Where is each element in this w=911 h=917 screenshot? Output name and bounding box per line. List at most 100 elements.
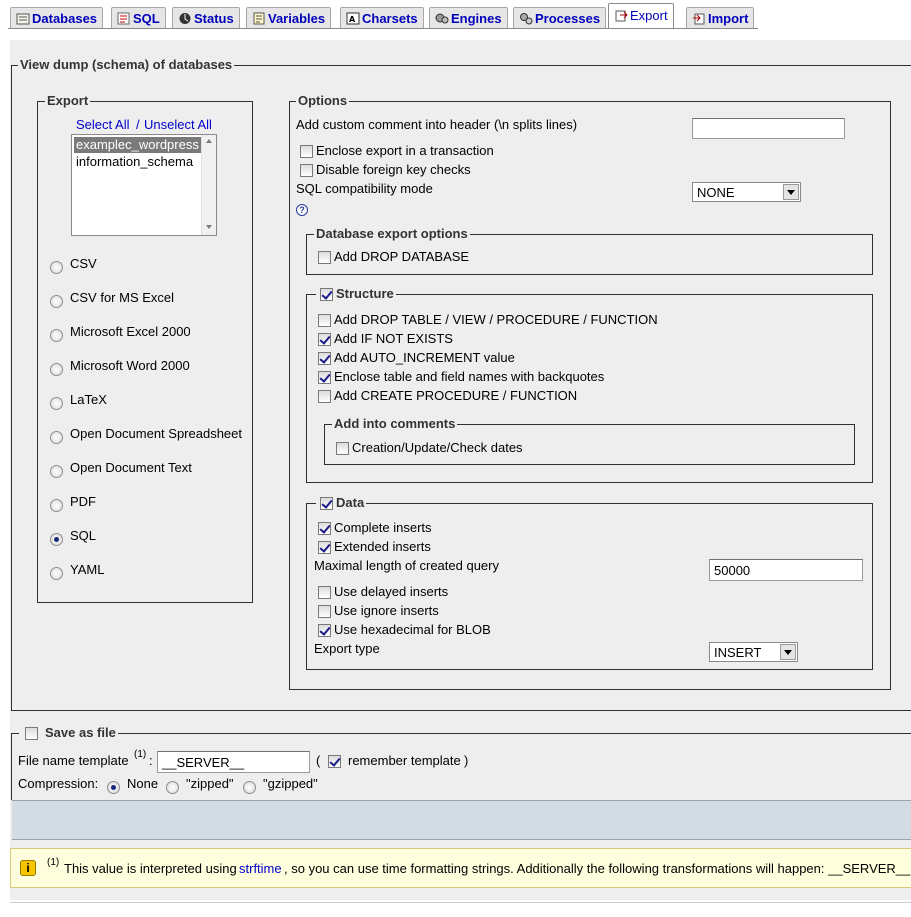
format-label: Open Document Text	[70, 460, 192, 475]
if-not-exists-label: Add IF NOT EXISTS	[334, 331, 453, 346]
create-procedure-label: Add CREATE PROCEDURE / FUNCTION	[334, 388, 578, 403]
bottom-divider	[10, 902, 911, 903]
radio-format-word[interactable]	[50, 363, 63, 376]
create-procedure-checkbox[interactable]	[318, 390, 331, 403]
radio-format-odt[interactable]	[50, 465, 63, 478]
extended-inserts-checkbox[interactable]	[318, 541, 331, 554]
complete-inserts-checkbox[interactable]	[318, 522, 331, 535]
radio-format-sql[interactable]	[50, 533, 63, 546]
strftime-link[interactable]: strftime	[239, 861, 282, 876]
unselect-all-link[interactable]: Unselect All	[144, 117, 212, 132]
chevron-down-icon[interactable]	[783, 184, 799, 200]
status-icon	[178, 12, 192, 25]
listbox-scrollbar[interactable]	[201, 135, 216, 235]
template-label: File name template	[18, 753, 129, 768]
processes-icon	[519, 12, 533, 25]
compression-option: "zipped"	[186, 776, 234, 791]
radio-format-csv[interactable]	[50, 261, 63, 274]
tab-sql[interactable]: SQL	[111, 7, 166, 29]
remember-template-label: remember template	[348, 753, 461, 768]
data-checkbox[interactable]	[320, 497, 333, 510]
radio-format-csv-excel[interactable]	[50, 295, 63, 308]
comments-legend: Add into comments	[332, 416, 458, 431]
radio-format-pdf[interactable]	[50, 499, 63, 512]
drop-table-label: Add DROP TABLE / VIEW / PROCEDURE / FUNC…	[334, 312, 658, 327]
radio-format-latex[interactable]	[50, 397, 63, 410]
disable-fk-label: Disable foreign key checks	[316, 162, 471, 177]
compression-label: Compression:	[18, 776, 99, 791]
compat-mode-label: SQL compatibility mode	[296, 181, 433, 196]
delayed-inserts-checkbox[interactable]	[318, 586, 331, 599]
drop-database-label: Add DROP DATABASE	[334, 249, 470, 264]
template-paren-open: (	[316, 753, 321, 768]
engines-icon	[435, 12, 449, 25]
format-label: Microsoft Excel 2000	[70, 324, 191, 339]
dates-checkbox[interactable]	[336, 442, 349, 455]
save-as-file-checkbox[interactable]	[25, 727, 38, 740]
format-label: SQL	[70, 528, 97, 543]
sql-icon	[117, 12, 131, 25]
radio-compression-none[interactable]	[107, 781, 120, 794]
remember-template-checkbox[interactable]	[328, 755, 341, 768]
structure-checkbox[interactable]	[320, 288, 333, 301]
export-icon	[614, 9, 628, 22]
database-option[interactable]: information_schema	[74, 154, 195, 170]
view-dump-legend: View dump (schema) of databases	[18, 57, 235, 72]
compression-option: None	[127, 776, 159, 791]
database-listbox[interactable]: examplec_wordpress information_schema	[71, 134, 217, 236]
info-icon: i	[20, 860, 36, 876]
auto-increment-label: Add AUTO_INCREMENT value	[334, 350, 515, 365]
format-label: CSV for MS Excel	[70, 290, 175, 305]
custom-comment-input[interactable]	[692, 118, 845, 139]
radio-format-excel[interactable]	[50, 329, 63, 342]
backquotes-checkbox[interactable]	[318, 371, 331, 384]
tab-processes[interactable]: Processes	[513, 7, 607, 29]
radio-format-ods[interactable]	[50, 431, 63, 444]
drop-table-checkbox[interactable]	[318, 314, 331, 327]
database-option[interactable]: examplec_wordpress	[74, 137, 201, 153]
tab-bar: Databases SQL Status Variables A Charsets…	[0, 0, 911, 30]
format-label: Microsoft Word 2000	[70, 358, 190, 373]
variables-icon	[252, 12, 266, 25]
delayed-inserts-label: Use delayed inserts	[334, 584, 449, 599]
compression-option: "gzipped"	[263, 776, 318, 791]
hex-blob-checkbox[interactable]	[318, 624, 331, 637]
tab-charsets[interactable]: A Charsets	[340, 7, 424, 29]
select-all-link[interactable]: Select All	[76, 117, 129, 132]
drop-database-checkbox[interactable]	[318, 251, 331, 264]
radio-compression-gzipped[interactable]	[243, 781, 256, 794]
notice-footnote-mark: (1)	[47, 857, 60, 868]
scroll-down-icon[interactable]	[202, 223, 217, 233]
tab-engines[interactable]: Engines	[429, 7, 508, 29]
tabs-underline	[8, 28, 758, 29]
max-length-input[interactable]: 50000	[709, 559, 863, 581]
template-input[interactable]: __SERVER__	[157, 751, 310, 773]
radio-format-yaml[interactable]	[50, 567, 63, 580]
export-type-select[interactable]: INSERT	[709, 642, 798, 662]
if-not-exists-checkbox[interactable]	[318, 333, 331, 346]
tab-status[interactable]: Status	[172, 7, 240, 29]
template-colon: :	[149, 753, 153, 768]
auto-increment-checkbox[interactable]	[318, 352, 331, 365]
options-legend: Options	[296, 93, 350, 108]
tab-export[interactable]: Export	[608, 3, 674, 29]
tab-import[interactable]: Import	[686, 7, 755, 29]
format-label: PDF	[70, 494, 96, 509]
chevron-down-icon[interactable]	[780, 644, 796, 660]
extended-inserts-label: Extended inserts	[334, 539, 431, 554]
radio-compression-zipped[interactable]	[166, 781, 179, 794]
help-icon[interactable]: ?	[296, 204, 308, 216]
disable-fk-checkbox[interactable]	[300, 164, 313, 177]
tab-variables[interactable]: Variables	[246, 7, 332, 29]
notice-text-before: This value is interpreted using	[64, 861, 237, 876]
enclose-transaction-checkbox[interactable]	[300, 145, 313, 158]
scroll-up-icon[interactable]	[202, 137, 217, 147]
ignore-inserts-checkbox[interactable]	[318, 605, 331, 618]
hex-blob-label: Use hexadecimal for BLOB	[334, 622, 491, 637]
complete-inserts-label: Complete inserts	[334, 520, 432, 535]
compat-mode-select[interactable]: NONE	[692, 182, 801, 202]
template-paren-close: )	[464, 753, 469, 768]
tab-databases[interactable]: Databases	[10, 7, 104, 29]
footnote-notice: i (1) This value is interpreted using st…	[10, 848, 911, 888]
svg-text:A: A	[349, 15, 356, 24]
